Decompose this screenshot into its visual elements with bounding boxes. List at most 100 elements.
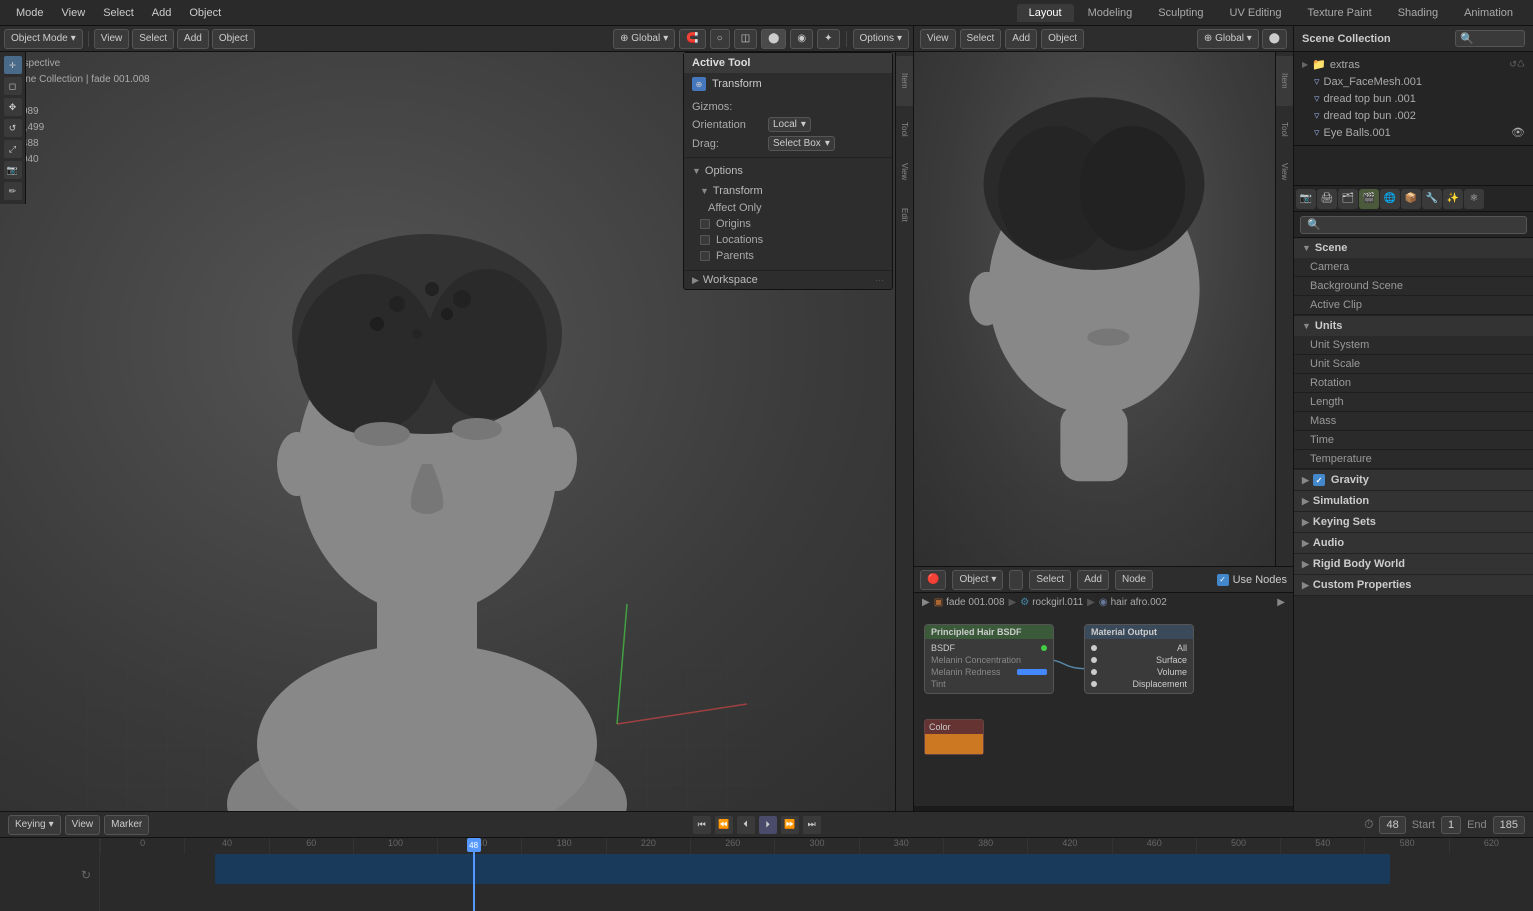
cursor-tool-btn[interactable]: ✛	[4, 56, 22, 74]
right-vp-view-btn[interactable]: View	[920, 29, 956, 49]
left-3d-viewport[interactable]: Object Mode ▾ View Select Add Object ⊕ G…	[0, 26, 913, 811]
right-tool-btn[interactable]: Tool	[1276, 109, 1293, 149]
node-node-btn[interactable]: Node	[1115, 570, 1153, 590]
parents-checkbox-row[interactable]: Parents	[684, 248, 892, 264]
tab-sculpting[interactable]: Sculpting	[1146, 4, 1215, 22]
tree-item-dax-face[interactable]: ▿ Dax_FaceMesh.001	[1294, 73, 1533, 90]
props-search-input[interactable]	[1300, 216, 1527, 234]
move-tool-btn[interactable]: ✥	[4, 98, 22, 116]
step-back-btn[interactable]: ⏪	[715, 816, 733, 834]
menu-item-view[interactable]: View	[54, 5, 94, 21]
locations-checkbox[interactable]	[700, 235, 710, 245]
props-tab-modifier[interactable]: 🔧	[1422, 189, 1442, 209]
node-view-btn[interactable]	[1009, 570, 1023, 590]
viewport-object-btn[interactable]: Object	[212, 29, 255, 49]
right-3d-viewport[interactable]: View Select Add Object ⊕ Global ▾ ⬤	[914, 26, 1293, 566]
shading-rendered-btn[interactable]: ✦	[817, 29, 839, 49]
scene-group-header[interactable]: ▼ Scene	[1294, 238, 1533, 258]
current-frame-display[interactable]: 48	[1379, 816, 1405, 834]
menu-item-object[interactable]: Object	[181, 5, 229, 21]
workspace-section-header[interactable]: ▶ Workspace ···	[684, 271, 892, 289]
breadcrumb-fade[interactable]: ▣ fade 001.008	[934, 597, 1005, 608]
props-tab-scene[interactable]: 🎬	[1359, 189, 1379, 209]
global-transform-btn[interactable]: ⊕ Global ▾	[613, 29, 675, 49]
timeline-marker-btn[interactable]: Marker	[104, 815, 149, 835]
node-select-btn[interactable]: Select	[1029, 570, 1071, 590]
color-node[interactable]: Color	[924, 719, 984, 755]
proportional-btn[interactable]: ○	[710, 29, 730, 49]
tree-item-dread-bun-002[interactable]: ▿ dread top bun .002	[1294, 107, 1533, 124]
tab-layout[interactable]: Layout	[1017, 4, 1074, 22]
gravity-checkbox[interactable]: ✓	[1313, 474, 1325, 486]
parents-checkbox[interactable]	[700, 251, 710, 261]
snap-btn[interactable]: 🧲	[679, 29, 705, 49]
right-viewport-canvas[interactable]	[914, 52, 1293, 566]
select-tool-btn[interactable]: ◻	[4, 77, 22, 95]
displacement-input-dot[interactable]	[1091, 681, 1097, 687]
color-node-swatch[interactable]	[925, 734, 983, 754]
right-vp-add-btn[interactable]: Add	[1005, 29, 1037, 49]
props-tab-particles[interactable]: ✨	[1443, 189, 1463, 209]
props-tab-object[interactable]: 📦	[1401, 189, 1421, 209]
breadcrumb-end-arrow[interactable]: ▶	[1277, 597, 1285, 608]
right-vp-global-btn[interactable]: ⊕ Global ▾	[1197, 29, 1259, 49]
breadcrumb-arrow[interactable]: ▶	[922, 597, 930, 608]
custom-props-header[interactable]: ▶ Custom Properties	[1294, 575, 1533, 595]
timeline-view-btn[interactable]: View	[65, 815, 101, 835]
next-frame-btn[interactable]: ⏩	[781, 816, 799, 834]
bsdf-output-dot[interactable]	[1041, 645, 1047, 651]
use-nodes-checkbox[interactable]: ✓	[1217, 574, 1229, 586]
tool-side-btn[interactable]: Tool	[896, 109, 913, 149]
transform-subsection-header[interactable]: ▼ Transform	[684, 182, 892, 200]
start-frame-display[interactable]: 1	[1441, 816, 1461, 834]
right-item-btn[interactable]: Item	[1276, 56, 1293, 106]
orientation-dropdown[interactable]: Local ▾	[768, 117, 811, 132]
node-editor-panel[interactable]: 🔴 Object ▾ Select Add Node ✓ Use Nodes ▶	[914, 566, 1293, 806]
breadcrumb-hair[interactable]: ◉ hair afro.002	[1099, 597, 1167, 608]
right-vp-shading-btn[interactable]: ⬤	[1262, 29, 1287, 49]
principled-bsdf-node[interactable]: Principled Hair BSDF BSDF Melanin Concen…	[924, 624, 1054, 694]
viewport-add-btn[interactable]: Add	[177, 29, 209, 49]
mode-dropdown-btn[interactable]: Object Mode ▾	[4, 29, 83, 49]
audio-group-header[interactable]: ▶ Audio	[1294, 533, 1533, 553]
tab-animation[interactable]: Animation	[1452, 4, 1525, 22]
item-side-btn[interactable]: Item	[896, 56, 913, 106]
props-tab-view-layer[interactable]: 🗂	[1338, 189, 1358, 209]
tree-item-eye-balls[interactable]: ▿ Eye Balls.001 👁	[1294, 124, 1533, 141]
rotate-tool-btn[interactable]: ↺	[4, 119, 22, 137]
jump-start-btn[interactable]: ⏮	[693, 816, 711, 834]
node-add-btn[interactable]: Add	[1077, 570, 1109, 590]
viewport-view-btn[interactable]: View	[94, 29, 130, 49]
props-tab-output[interactable]: 🖨	[1317, 189, 1337, 209]
play-btn[interactable]: ⏵	[759, 816, 777, 834]
props-tab-world[interactable]: 🌐	[1380, 189, 1400, 209]
prev-frame-btn[interactable]: ⏴	[737, 816, 755, 834]
origins-checkbox-row[interactable]: Origins	[684, 216, 892, 232]
material-output-node[interactable]: Material Output All Surface	[1084, 624, 1194, 694]
tab-shading[interactable]: Shading	[1386, 4, 1450, 22]
units-group-header[interactable]: ▼ Units	[1294, 316, 1533, 336]
shading-wire-btn[interactable]: ◫	[734, 29, 757, 49]
use-nodes-toggle[interactable]: ✓ Use Nodes	[1217, 574, 1287, 586]
playhead[interactable]: 48	[473, 838, 475, 911]
node-object-btn[interactable]: Object ▾	[952, 570, 1003, 590]
menu-item-select[interactable]: Select	[95, 5, 142, 21]
breadcrumb-rockgirl[interactable]: ⚙ rockgirl.011	[1020, 597, 1083, 608]
surface-input-dot[interactable]	[1091, 657, 1097, 663]
menu-item-mode[interactable]: Mode	[8, 5, 52, 21]
shading-solid-btn[interactable]: ⬤	[761, 29, 786, 49]
tree-item-dread-bun-001[interactable]: ▿ dread top bun .001	[1294, 90, 1533, 107]
viewport-select-btn[interactable]: Select	[132, 29, 174, 49]
node-canvas[interactable]: Principled Hair BSDF BSDF Melanin Concen…	[914, 619, 1293, 806]
keying-dropdown-btn[interactable]: Keying ▾	[8, 815, 61, 835]
view-side-btn[interactable]: View	[896, 152, 913, 192]
right-view-btn[interactable]: View	[1276, 152, 1293, 192]
jump-end-btn[interactable]: ⏭	[803, 816, 821, 834]
gravity-group-header[interactable]: ▶ ✓ Gravity	[1294, 470, 1533, 490]
options-section-header[interactable]: ▼ Options	[684, 162, 892, 180]
tab-texture-paint[interactable]: Texture Paint	[1296, 4, 1384, 22]
right-vp-select-btn[interactable]: Select	[960, 29, 1002, 49]
scale-tool-btn[interactable]: ⤢	[4, 140, 22, 158]
menu-item-add[interactable]: Add	[144, 5, 180, 21]
shading-material-btn[interactable]: ◉	[790, 29, 813, 49]
